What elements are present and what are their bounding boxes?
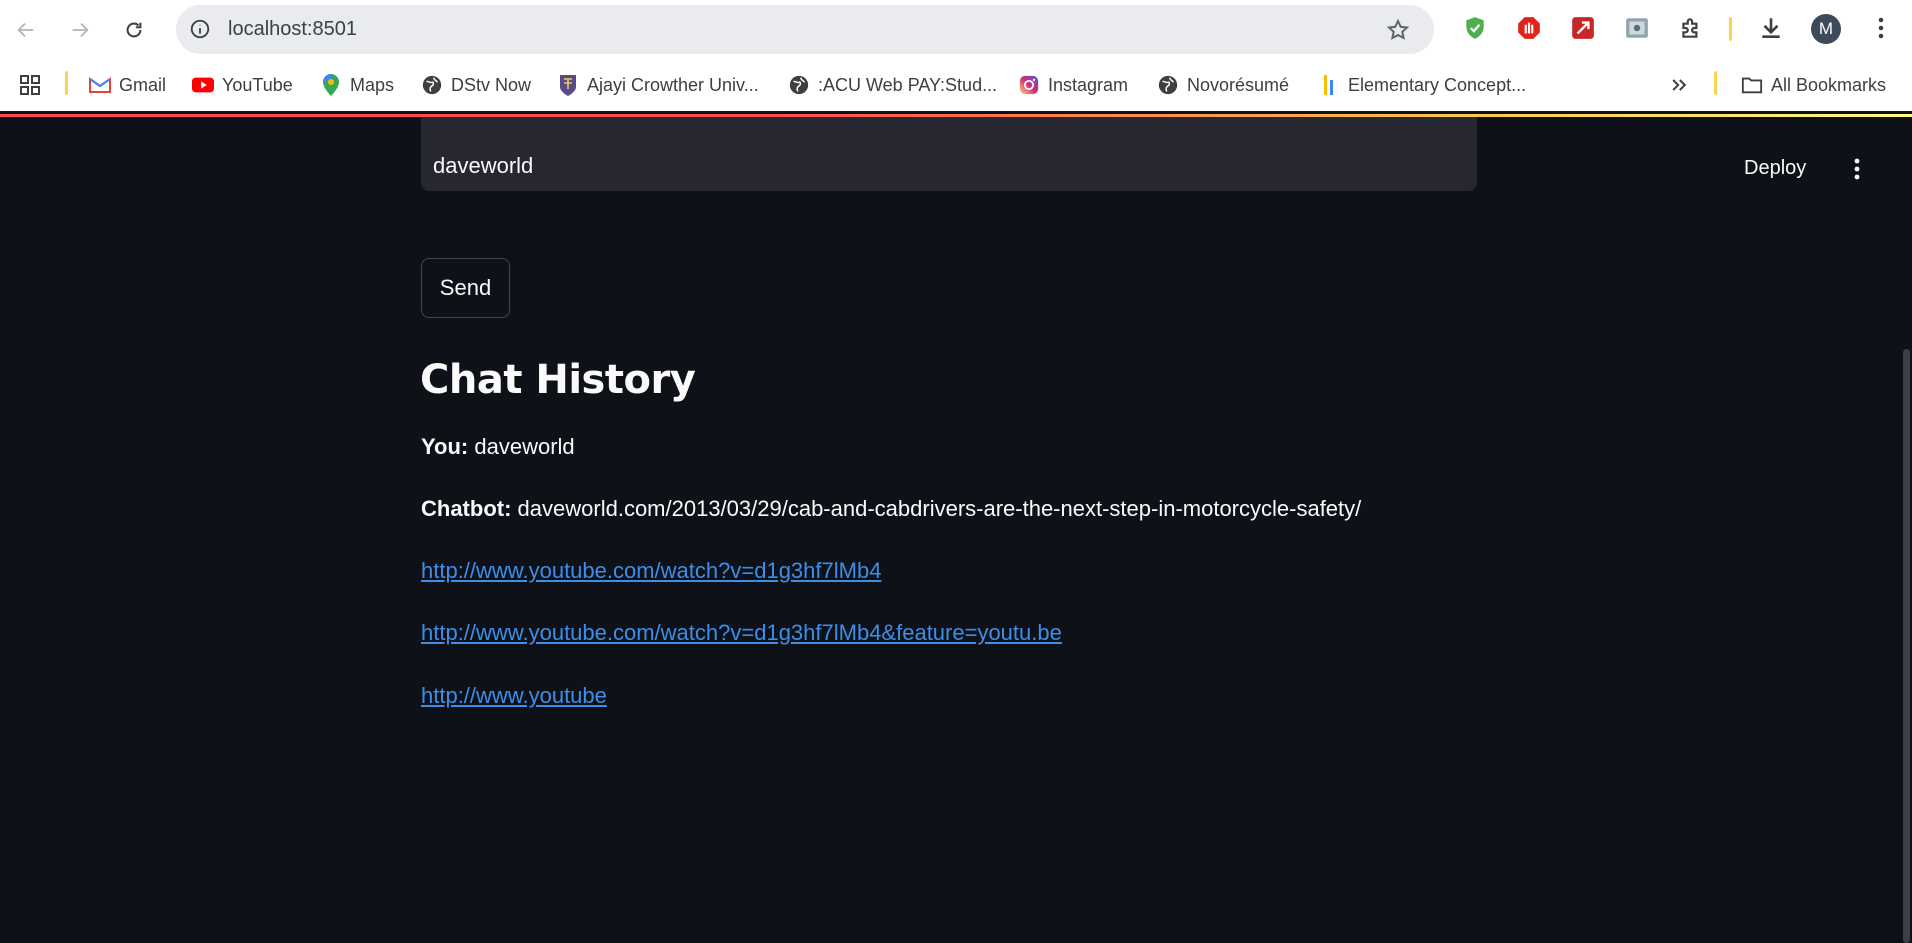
url-text[interactable]: localhost:8501: [228, 18, 357, 41]
globe-icon: [788, 74, 810, 96]
bot-link-1[interactable]: http://www.youtube.com/watch?v=d1g3hf7lM…: [421, 558, 881, 584]
bookmark-elementary-concept[interactable]: Elementary Concept...: [1318, 71, 1526, 99]
downloads-icon[interactable]: [1755, 12, 1787, 44]
main-menu-icon[interactable]: [1843, 155, 1871, 183]
chat-history-heading: Chat History: [420, 357, 696, 403]
bookmark-ajayi-crowther[interactable]: Ajayi Crowther Univ...: [557, 71, 759, 99]
adblock-extension-icon[interactable]: [1513, 12, 1545, 44]
university-icon: [557, 74, 579, 96]
bot-label: Chatbot:: [421, 496, 512, 521]
extensions-puzzle-icon[interactable]: [1675, 12, 1707, 44]
back-icon[interactable]: [8, 12, 44, 48]
bookmark-gmail[interactable]: Gmail: [89, 71, 166, 99]
user-message: You: daveworld: [421, 434, 575, 460]
gmail-icon: [89, 74, 111, 96]
bookmark-maps[interactable]: Maps: [320, 71, 394, 99]
site-info-icon[interactable]: [186, 15, 214, 43]
instagram-icon: [1018, 74, 1040, 96]
page-scrollbar[interactable]: [1903, 349, 1910, 943]
folder-icon: [1741, 74, 1763, 96]
globe-icon: [421, 74, 443, 96]
pdf-extension-icon[interactable]: [1567, 12, 1599, 44]
more-bookmarks-chevron-icon[interactable]: [1669, 71, 1689, 99]
bookmarks-divider: [1714, 71, 1717, 95]
user-label: You:: [421, 434, 469, 459]
youtube-link[interactable]: http://www.youtube.com/watch?v=d1g3hf7lM…: [421, 620, 1062, 645]
bookmark-novoresume[interactable]: Novorésumé: [1157, 71, 1289, 99]
youtube-link[interactable]: http://www.youtube.com/watch?v=d1g3hf7lM…: [421, 558, 881, 583]
youtube-link[interactable]: http://www.youtube: [421, 683, 607, 708]
bars-icon: [1318, 74, 1340, 96]
bookmark-dstv-now[interactable]: DStv Now: [421, 71, 531, 99]
bot-link-2[interactable]: http://www.youtube.com/watch?v=d1g3hf7lM…: [421, 620, 1062, 646]
message-input-value[interactable]: daveworld: [433, 153, 533, 179]
browser-menu-icon[interactable]: [1865, 12, 1897, 44]
apps-grid-icon[interactable]: [18, 71, 42, 99]
streamlit-app: Deploy daveworld Send Chat History You: …: [0, 117, 1912, 943]
browser-toolbar: localhost:8501 M: [0, 0, 1912, 59]
all-bookmarks-folder[interactable]: All Bookmarks: [1741, 71, 1886, 99]
bot-link-3[interactable]: http://www.youtube: [421, 683, 607, 709]
profile-avatar[interactable]: M: [1811, 14, 1841, 44]
toolbar-divider: [1729, 17, 1732, 41]
message-input[interactable]: daveworld: [421, 117, 1477, 191]
bookmark-acu-web-pay[interactable]: :ACU Web PAY:Stud...: [788, 71, 997, 99]
reload-icon[interactable]: [116, 12, 152, 48]
deploy-button[interactable]: Deploy: [1744, 157, 1806, 180]
screenshot-extension-icon[interactable]: [1621, 12, 1653, 44]
shield-extension-icon[interactable]: [1459, 12, 1491, 44]
youtube-icon: [192, 74, 214, 96]
bot-message: Chatbot: daveworld.com/2013/03/29/cab-an…: [421, 496, 1361, 522]
maps-icon: [320, 74, 342, 96]
bookmark-instagram[interactable]: Instagram: [1018, 71, 1128, 99]
globe-icon: [1157, 74, 1179, 96]
user-message-text: daveworld: [474, 434, 575, 459]
bot-message-text: daveworld.com/2013/03/29/cab-and-cabdriv…: [517, 496, 1362, 521]
address-bar[interactable]: localhost:8501: [176, 5, 1434, 54]
bookmark-star-icon[interactable]: [1384, 16, 1412, 44]
bookmarks-divider: [65, 71, 68, 95]
send-button[interactable]: Send: [421, 258, 510, 318]
forward-icon[interactable]: [62, 12, 98, 48]
bookmark-youtube[interactable]: YouTube: [192, 71, 293, 99]
